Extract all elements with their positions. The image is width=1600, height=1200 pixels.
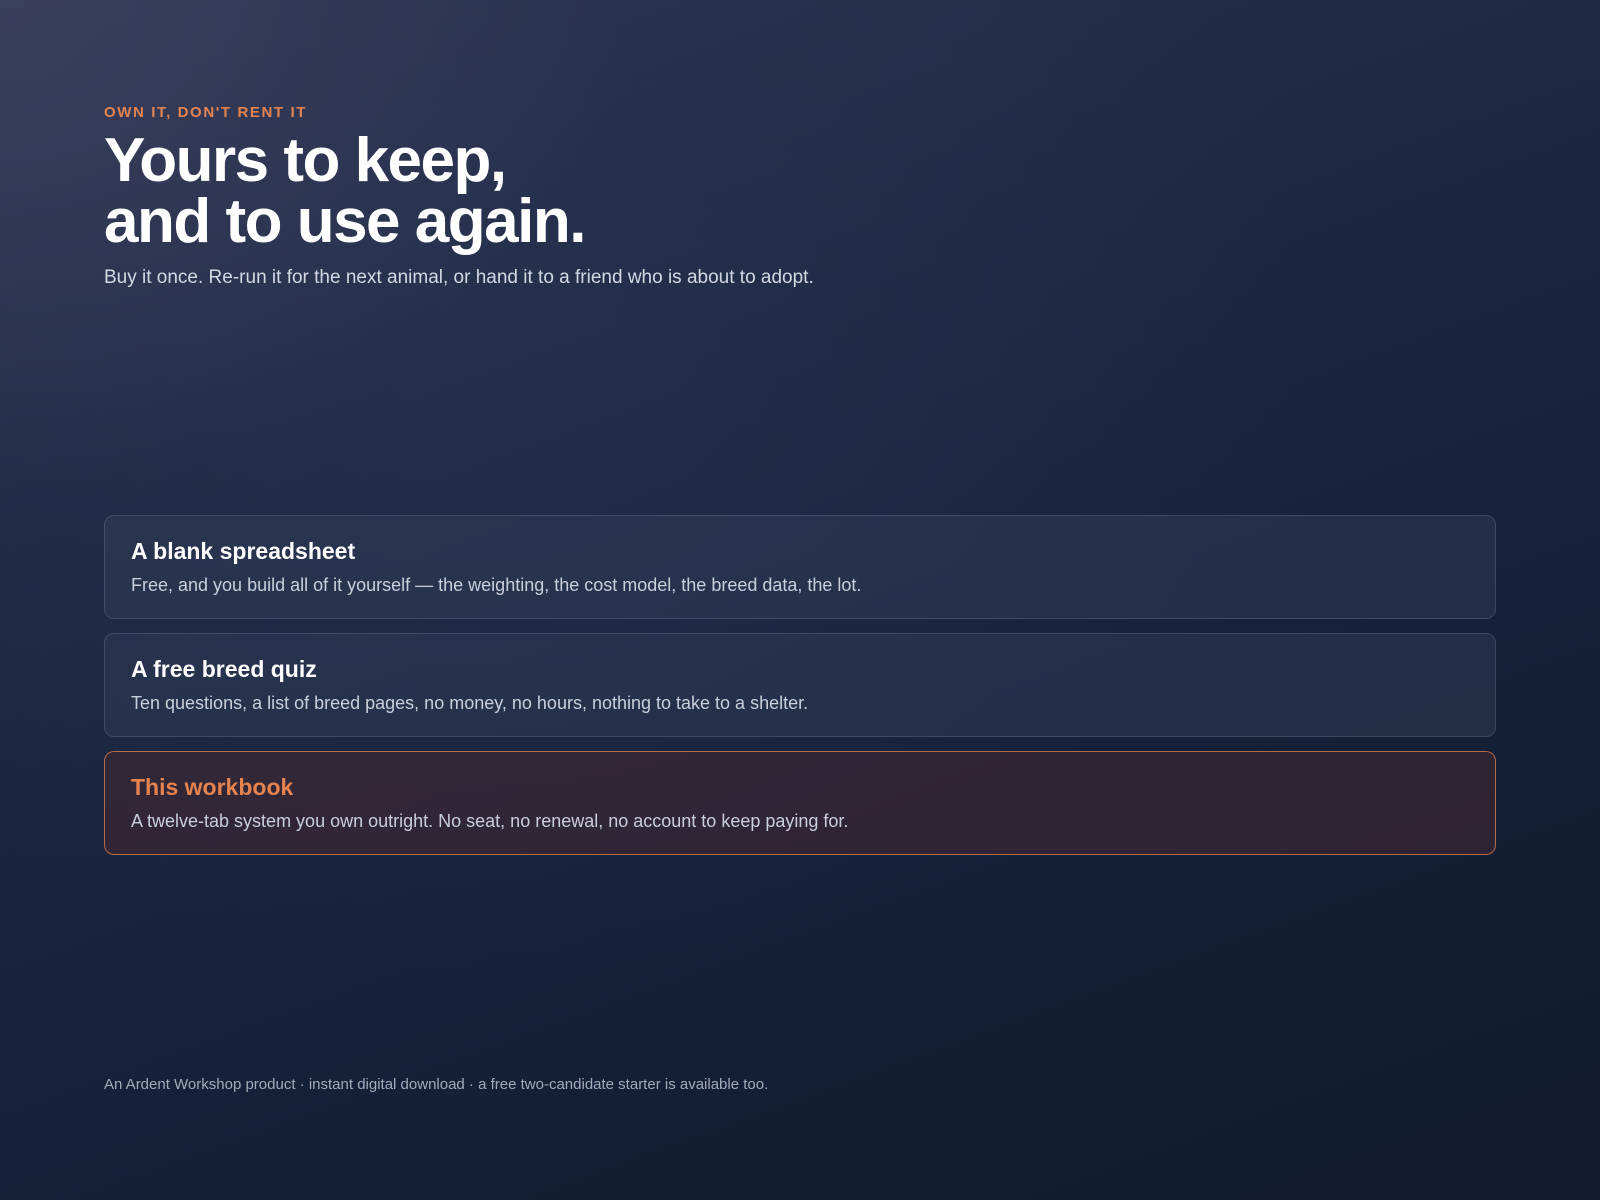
footer-note: An Ardent Workshop product · instant dig…: [104, 1076, 769, 1093]
comparison-list: A blank spreadsheet Free, and you build …: [104, 515, 1496, 869]
eyebrow-label: OWN IT, DON'T RENT IT: [104, 104, 307, 121]
card-description: Ten questions, a list of breed pages, no…: [131, 693, 809, 713]
card-title: This workbook: [131, 774, 294, 800]
comparison-card-blank-spreadsheet: A blank spreadsheet Free, and you build …: [104, 515, 1496, 619]
card-title: A blank spreadsheet: [131, 538, 356, 564]
page-headline: Yours to keep, and to use again.: [104, 126, 586, 256]
headline-line-1: Yours to keep,: [104, 126, 507, 195]
card-description: A twelve-tab system you own outright. No…: [131, 811, 849, 831]
card-description: Free, and you build all of it yourself —…: [131, 575, 862, 595]
page-subhead: Buy it once. Re-run it for the next anim…: [104, 267, 814, 288]
comparison-card-free-breed-quiz: A free breed quiz Ten questions, a list …: [104, 633, 1496, 737]
headline-line-2: and to use again.: [104, 187, 586, 256]
card-title: A free breed quiz: [131, 656, 317, 682]
comparison-card-this-workbook: This workbook A twelve-tab system you ow…: [104, 751, 1496, 855]
